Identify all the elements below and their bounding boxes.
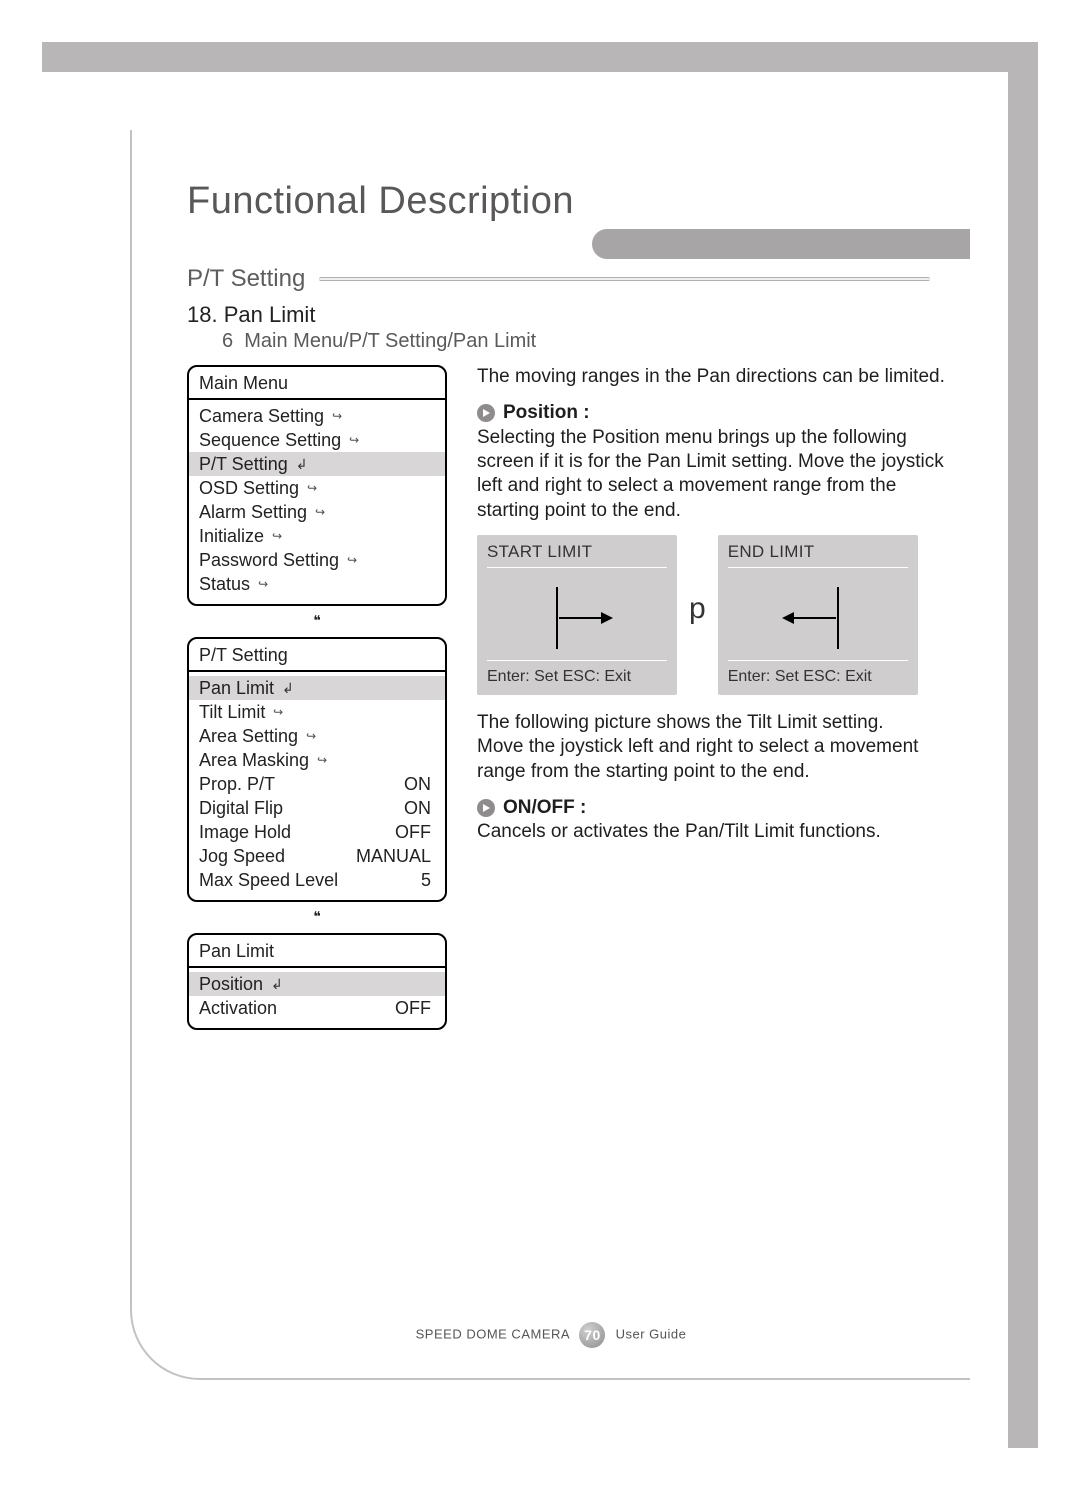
end-limit-diagram xyxy=(728,576,908,660)
pt-menu-item: Prop. P/T ON xyxy=(199,772,435,796)
menu-item-label: P/T Setting↲ xyxy=(199,454,307,475)
menu-item-label: Tilt Limit↩ xyxy=(199,702,283,723)
menu-item-value: MANUAL xyxy=(356,846,435,867)
submenu-icon: ↩ xyxy=(273,705,283,719)
enter-icon: ↲ xyxy=(271,976,283,993)
main-menu-item: Sequence Setting↩ xyxy=(199,428,435,452)
subsection-title: 18. Pan Limit xyxy=(187,302,315,328)
pan-limit-title: Pan Limit xyxy=(189,935,445,968)
position-body: Selecting the Position menu brings up th… xyxy=(477,426,945,523)
down-arrow-icon: ❝ xyxy=(187,906,447,933)
submenu-icon: ↩ xyxy=(306,729,316,743)
tilt-paragraph: The following picture shows the Tilt Lim… xyxy=(477,711,945,784)
menu-item-label: Max Speed Level xyxy=(199,870,338,891)
main-menu-item: Alarm Setting↩ xyxy=(199,500,435,524)
onoff-body: Cancels or activates the Pan/Tilt Limit … xyxy=(477,820,945,844)
main-menu-item: P/T Setting↲ xyxy=(189,452,445,476)
left-column: Main Menu Camera Setting↩ Sequence Settin… xyxy=(187,365,447,1034)
menu-item-value: OFF xyxy=(395,822,435,843)
pt-menu-item: Max Speed Level 5 xyxy=(199,868,435,892)
menu-item-label: Sequence Setting↩ xyxy=(199,430,359,451)
intro-text: The moving ranges in the Pan directions … xyxy=(477,365,945,389)
menu-item-label: Alarm Setting↩ xyxy=(199,502,325,523)
enter-icon: ↲ xyxy=(282,680,294,697)
pan-limit-box: Pan Limit Position↲ Activation OFF xyxy=(187,933,447,1030)
bullet-icon xyxy=(477,799,495,817)
pt-setting-title: P/T Setting xyxy=(189,639,445,672)
start-limit-footer: Enter: Set ESC: Exit xyxy=(487,660,667,687)
pt-menu-item: Digital Flip ON xyxy=(199,796,435,820)
main-menu-item: Initialize↩ xyxy=(199,524,435,548)
menu-item-label: Password Setting↩ xyxy=(199,550,357,571)
start-limit-title: START LIMIT xyxy=(487,541,667,568)
menu-item-value: ON xyxy=(404,798,435,819)
title-divider xyxy=(132,229,970,259)
submenu-icon: ↩ xyxy=(307,481,317,495)
end-limit-title: END LIMIT xyxy=(728,541,908,568)
submenu-icon: ↩ xyxy=(317,753,327,767)
menu-item-label: Activation xyxy=(199,998,277,1019)
main-menu-box: Main Menu Camera Setting↩ Sequence Settin… xyxy=(187,365,447,606)
menu-item-value: 5 xyxy=(421,870,435,891)
menu-item-label: Digital Flip xyxy=(199,798,283,819)
page-title: Functional Description xyxy=(187,180,970,223)
menu-item-label: Area Setting↩ xyxy=(199,726,316,747)
pt-menu-item: Image Hold OFF xyxy=(199,820,435,844)
page-footer: SPEED DOME CAMERA 70 User Guide xyxy=(132,1322,970,1348)
main-menu-item: Status↩ xyxy=(199,572,435,596)
position-heading: Position : xyxy=(477,401,945,425)
pan-limit-item: Position↲ xyxy=(189,972,445,996)
menu-item-label: Pan Limit↲ xyxy=(199,678,294,699)
menu-item-label: Image Hold xyxy=(199,822,291,843)
onoff-heading: ON/OFF : xyxy=(477,796,945,820)
page-title-block: Functional Description xyxy=(132,180,970,259)
submenu-icon: ↩ xyxy=(332,409,342,423)
page-card: Functional Description P/T Setting 18. P… xyxy=(130,130,970,1380)
pt-setting-box: P/T Setting Pan Limit↲ Tilt Limit↩ Area Se… xyxy=(187,637,447,902)
submenu-icon: ↩ xyxy=(315,505,325,519)
submenu-icon: ↩ xyxy=(347,553,357,567)
submenu-icon: ↩ xyxy=(258,577,268,591)
section-rule xyxy=(319,277,930,281)
pt-menu-item: Area Masking↩ xyxy=(199,748,435,772)
menu-item-label: Jog Speed xyxy=(199,846,285,867)
menu-item-label: Area Masking↩ xyxy=(199,750,327,771)
menu-item-label: Position↲ xyxy=(199,974,283,995)
limit-diagrams: START LIMIT Enter: Set ESC: Exit p END L… xyxy=(477,535,945,695)
right-column: The moving ranges in the Pan directions … xyxy=(477,365,945,1034)
menu-item-value: ON xyxy=(404,774,435,795)
submenu-icon: ↩ xyxy=(272,529,282,543)
footer-right: User Guide xyxy=(616,1326,687,1341)
section-label: P/T Setting xyxy=(187,265,305,293)
menu-item-value: OFF xyxy=(395,998,435,1019)
pt-menu-item: Jog Speed MANUAL xyxy=(199,844,435,868)
menu-item-label: Camera Setting↩ xyxy=(199,406,342,427)
start-limit-box: START LIMIT Enter: Set ESC: Exit xyxy=(477,535,677,695)
menu-item-label: Initialize↩ xyxy=(199,526,282,547)
footer-left: SPEED DOME CAMERA xyxy=(416,1326,570,1341)
section-heading: P/T Setting xyxy=(187,265,930,293)
menu-item-label: OSD Setting↩ xyxy=(199,478,317,499)
bullet-icon xyxy=(477,404,495,422)
page-number-badge: 70 xyxy=(579,1322,605,1348)
menu-item-label: Status↩ xyxy=(199,574,268,595)
pt-menu-item: Tilt Limit↩ xyxy=(199,700,435,724)
end-limit-box: END LIMIT Enter: Set ESC: Exit xyxy=(718,535,918,695)
breadcrumb: 6 Main Menu/P/T Setting/Pan Limit xyxy=(222,330,536,353)
down-arrow-icon: ❝ xyxy=(187,610,447,637)
end-limit-footer: Enter: Set ESC: Exit xyxy=(728,660,908,687)
pt-menu-item: Area Setting↩ xyxy=(199,724,435,748)
main-menu-title: Main Menu xyxy=(189,367,445,400)
menu-item-label: Prop. P/T xyxy=(199,774,275,795)
enter-icon: ↲ xyxy=(296,456,308,473)
pan-limit-item: Activation OFF xyxy=(199,996,435,1020)
pt-menu-item: Pan Limit↲ xyxy=(189,676,445,700)
between-glyph: p xyxy=(687,590,708,640)
main-menu-item: Password Setting↩ xyxy=(199,548,435,572)
submenu-icon: ↩ xyxy=(349,433,359,447)
main-menu-item: OSD Setting↩ xyxy=(199,476,435,500)
start-limit-diagram xyxy=(487,576,667,660)
main-menu-item: Camera Setting↩ xyxy=(199,404,435,428)
